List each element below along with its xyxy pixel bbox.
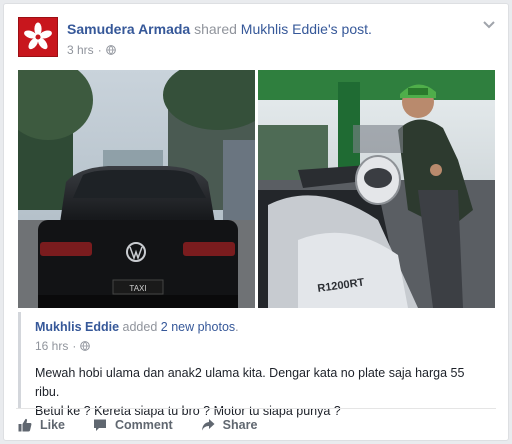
author-link[interactable]: Samudera Armada xyxy=(67,21,190,37)
post-header: Samudera Armada shared Mukhlis Eddie's p… xyxy=(67,21,372,37)
shared-action-suffix: . xyxy=(235,320,239,334)
like-button[interactable]: Like xyxy=(18,414,65,436)
shared-post-meta: 16 hrs · xyxy=(35,339,91,353)
shared-action-prefix: added xyxy=(122,320,158,334)
plate-text: TAXI xyxy=(129,284,146,293)
original-author-link[interactable]: Mukhlis Eddie's xyxy=(241,21,338,37)
new-photos-link[interactable]: 2 new photos xyxy=(161,320,235,334)
share-arrow-icon xyxy=(201,419,215,431)
photo-grid: TAXI R1200RT xyxy=(18,70,495,308)
globe-icon[interactable] xyxy=(105,45,116,55)
post-timestamp[interactable]: 3 hrs xyxy=(67,43,94,57)
flower-logo-icon xyxy=(19,18,57,56)
avatar[interactable] xyxy=(18,17,58,57)
thumbs-up-icon xyxy=(18,418,32,432)
photo-motorcycle[interactable]: R1200RT xyxy=(258,70,495,308)
shared-post-text: Mewah hobi ulama dan anak2 ulama kita. D… xyxy=(35,364,490,421)
comment-label: Comment xyxy=(115,418,173,432)
post-card: Samudera Armada shared Mukhlis Eddie's p… xyxy=(3,3,509,441)
post-link[interactable]: post. xyxy=(342,21,372,37)
action-bar: Like Comment Share xyxy=(18,414,257,436)
comment-button[interactable]: Comment xyxy=(93,414,173,436)
shared-meta-separator: · xyxy=(72,339,77,353)
shared-verb: shared xyxy=(194,21,237,37)
shared-author-link[interactable]: Mukhlis Eddie xyxy=(35,320,119,334)
motorcycle-photo-image: R1200RT xyxy=(258,70,495,308)
shared-post-header: Mukhlis Eddie added 2 new photos. xyxy=(35,320,239,334)
chevron-down-icon[interactable] xyxy=(482,20,496,30)
comment-icon xyxy=(94,419,107,431)
photo-car[interactable]: TAXI xyxy=(18,70,255,308)
shared-text-line-1: Mewah hobi ulama dan anak2 ulama kita. D… xyxy=(35,366,465,399)
post-meta: 3 hrs · xyxy=(67,43,116,57)
action-divider xyxy=(16,408,496,409)
share-button[interactable]: Share xyxy=(201,414,258,436)
shared-post: Mukhlis Eddie added 2 new photos. 16 hrs… xyxy=(18,312,495,418)
car-photo-image: TAXI xyxy=(18,70,255,308)
globe-icon[interactable] xyxy=(80,341,91,351)
share-label: Share xyxy=(222,418,258,432)
like-label: Like xyxy=(40,418,66,432)
shared-timestamp[interactable]: 16 hrs xyxy=(35,339,68,353)
meta-separator: · xyxy=(97,43,102,57)
